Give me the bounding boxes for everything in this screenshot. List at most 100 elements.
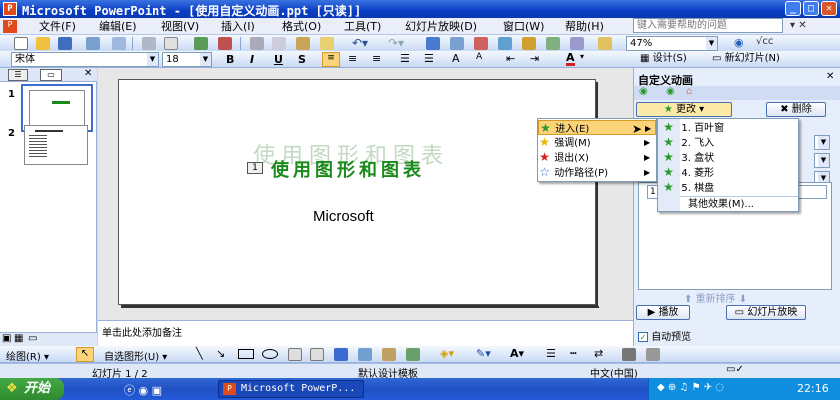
menu-insert[interactable]: 插入(I) [218,19,258,34]
close-button[interactable]: ✕ [821,1,837,16]
new-icon[interactable] [14,37,28,50]
increase-font-button[interactable]: A [452,52,460,65]
autoshapes-menu[interactable]: 自选图形(U) ▾ [104,348,167,363]
bold-button[interactable]: B [226,53,234,66]
italic-button[interactable]: I [250,53,254,66]
menu-view[interactable]: 视图(V) [158,19,202,34]
oval-icon[interactable] [262,349,278,359]
help-search-input[interactable]: 键入需要帮助的问题 [633,18,783,33]
redo-icon[interactable]: ↷▾ [388,36,404,50]
3d-style-icon[interactable] [646,348,660,361]
color-icon[interactable] [570,37,584,50]
menu-edit[interactable]: 编辑(E) [96,19,140,34]
zoom-button[interactable]: √cc [756,36,773,47]
start-button[interactable]: ❖ 开始 [0,378,64,400]
forward-icon[interactable]: ◉ [666,86,675,97]
arrow-style-icon[interactable]: ⇄ [594,347,603,360]
reorder-control[interactable]: ⬆ 重新排序 ⬇ [684,290,747,305]
font-select[interactable]: 宋体 ▼ [11,52,159,67]
slideshow-button[interactable]: ▭ 幻灯片放映 [726,305,806,320]
tab-slides[interactable]: ▭ [40,69,62,81]
line-icon[interactable]: ╲ [196,347,203,360]
diagram-icon[interactable] [358,348,372,361]
submenu-item-blinds[interactable]: ★ 1. 百叶窗 [658,120,798,135]
close-document-icon[interactable]: ▾ ✕ [790,20,807,31]
tab-outline[interactable]: ☰ [8,69,28,81]
property-select[interactable]: ▼ [814,153,830,168]
font-color-icon[interactable]: A▾ [510,347,524,360]
taskbar-app-powerpoint[interactable]: P Microsoft PowerP... [218,380,364,398]
copy-icon[interactable] [272,37,286,50]
slide-canvas[interactable]: 使用图形和图表 1 使用图形和图表 Microsoft [118,79,596,305]
wordart-icon[interactable] [334,348,348,361]
clipart-icon[interactable] [382,348,396,361]
design-button[interactable]: ▦ 设计(S) [640,51,687,67]
grid-icon[interactable] [546,37,560,50]
ie-icon[interactable]: ⓔ [124,384,135,397]
slide-subtitle[interactable]: Microsoft [313,208,374,225]
save-icon[interactable] [58,37,72,50]
menu-item-emphasis[interactable]: ★ 强调(M) ▶ [538,135,656,150]
document-icon[interactable]: P [3,20,17,33]
submenu-item-box[interactable]: ★ 3. 盒状 [658,150,798,165]
menu-file[interactable]: 文件(F) [36,19,79,34]
shadow-button[interactable]: S [298,53,306,66]
open-icon[interactable] [36,37,50,50]
textbox-icon[interactable] [288,348,302,361]
numbering-button[interactable]: ☰ [400,52,410,65]
format-painter-icon[interactable] [320,37,334,50]
sorter-view-button[interactable]: ▦ [14,333,23,344]
print-preview-icon[interactable] [164,37,178,50]
pane-close-icon[interactable]: ✕ [826,71,834,82]
arrow-icon[interactable]: ↘ [216,347,225,360]
email-icon[interactable] [112,37,126,50]
draw-menu[interactable]: 绘图(R) ▾ [6,348,49,363]
menu-tools[interactable]: 工具(T) [341,19,384,34]
tray-icons[interactable]: ◆ ⊕ ♫ ⚑ ✈ ◌ [657,382,724,393]
select-pointer-icon[interactable]: ↖ [76,347,94,362]
help-icon[interactable]: ◉ [734,36,744,49]
close-pane-icon[interactable]: ✕ [84,68,92,79]
submenu-item-more-effects[interactable]: 其他效果(M)... [688,197,798,212]
table-icon[interactable] [450,37,464,50]
menu-help[interactable]: 帮助(H) [562,19,607,34]
bullets-button[interactable]: ☰ [424,52,434,65]
fill-color-icon[interactable]: ◈▾ [440,347,454,360]
play-button[interactable]: ▶ 播放 [636,305,690,320]
vertical-textbox-icon[interactable] [310,348,324,361]
increase-indent-button[interactable]: ⇥ [530,52,539,65]
notes-pane[interactable]: 单击此处添加备注 [98,320,633,346]
autopreview-checkbox[interactable]: ✓ 自动预览 [638,328,691,343]
zoom-select[interactable]: 47% ▼ [626,36,718,51]
shadow-style-icon[interactable] [622,348,636,361]
normal-view-button[interactable]: ▣ [2,333,11,344]
undo-icon[interactable]: ↶▾ [352,36,368,50]
submenu-item-diamond[interactable]: ★ 4. 菱形 [658,165,798,180]
paste-icon[interactable] [296,37,310,50]
chart-icon[interactable] [426,37,440,50]
font-color-button[interactable]: A [566,52,575,66]
align-left-button[interactable]: ≡ [322,52,340,67]
maximize-button[interactable]: □ [803,1,819,16]
back-icon[interactable]: ◉ [639,86,648,97]
slide-thumbnail-2[interactable] [24,125,88,165]
menu-window[interactable]: 窗口(W) [500,19,547,34]
drawing-icon[interactable] [598,37,612,50]
slide-title[interactable]: 使用图形和图表 [271,156,425,182]
chevron-down-icon[interactable]: ▾ [580,52,584,61]
rectangle-icon[interactable] [238,349,254,359]
hyperlink-icon[interactable] [498,37,512,50]
print-icon[interactable] [142,37,156,50]
media-icon[interactable]: ◉ [139,384,149,397]
desktop-icon[interactable]: ▣ [152,384,162,397]
expand-icon[interactable] [522,37,536,50]
submenu-item-checkerboard[interactable]: ★ 5. 棋盘 [658,180,798,195]
picture-icon[interactable] [406,348,420,361]
research-icon[interactable] [218,37,232,50]
animation-tag[interactable]: 1 [247,162,263,174]
menu-format[interactable]: 格式(O) [279,19,324,34]
minimize-button[interactable]: _ [785,1,801,16]
home-icon[interactable]: ⌂ [686,86,692,97]
submenu-item-fly-in[interactable]: ★ 2. 飞入 [658,135,798,150]
tables-borders-icon[interactable] [474,37,488,50]
